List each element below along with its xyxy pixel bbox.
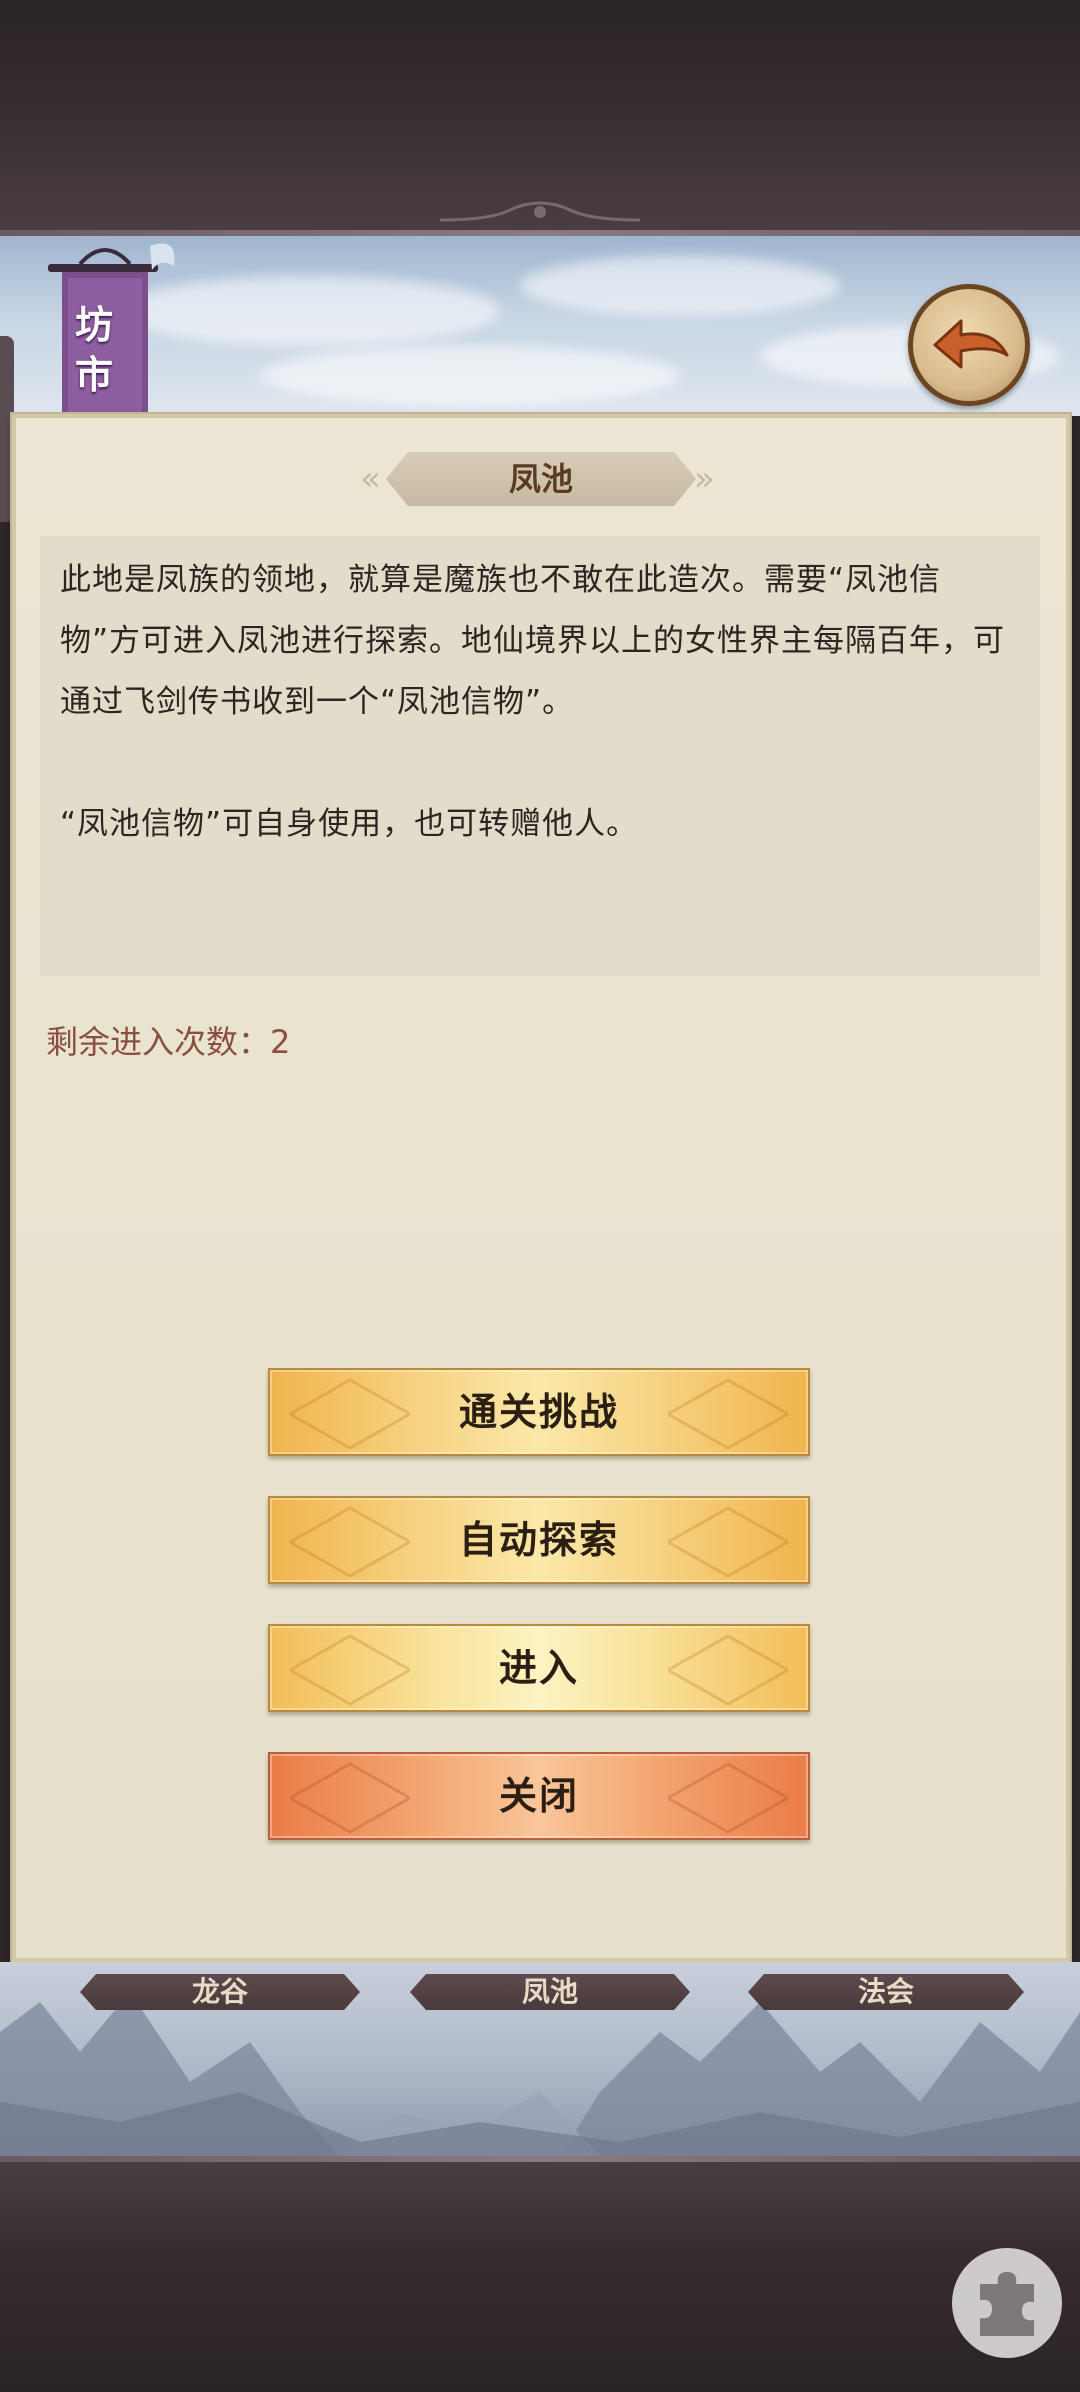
location-tab-dragon-valley[interactable]: 龙谷 xyxy=(80,1974,360,2010)
market-banner-label: 坊市 xyxy=(74,303,113,397)
location-tab-dharma-assembly[interactable]: 法会 xyxy=(748,1974,1024,2010)
button-decoration xyxy=(290,1634,410,1706)
top-ornament xyxy=(440,201,640,222)
auto-explore-button[interactable]: 自动探索 xyxy=(268,1496,810,1584)
button-decoration xyxy=(290,1762,410,1834)
challenge-button[interactable]: 通关挑战 xyxy=(268,1368,810,1456)
button-decoration xyxy=(668,1378,788,1450)
description-paragraph: 此地是凤族的领地，就算是魔族也不敢在此造次。需要“凤池信物”方可进入凤池进行探索… xyxy=(60,562,1006,720)
title-right-chevron-icon: » xyxy=(694,459,715,499)
button-decoration xyxy=(668,1634,788,1706)
button-decoration xyxy=(668,1762,788,1834)
button-decoration xyxy=(668,1506,788,1578)
challenge-button-label: 通关挑战 xyxy=(458,1390,619,1434)
bottom-letterbox xyxy=(0,2156,1080,2392)
description-box: 此地是凤族的领地，就算是魔族也不敢在此造次。需要“凤池信物”方可进入凤池进行探索… xyxy=(40,536,1040,976)
button-decoration xyxy=(290,1506,410,1578)
auto-explore-button-label: 自动探索 xyxy=(458,1518,619,1562)
remaining-entries-label: 剩余进入次数：2 xyxy=(46,1023,291,1061)
enter-button[interactable]: 进入 xyxy=(268,1624,810,1712)
puzzle-icon xyxy=(980,2272,1034,2336)
back-arrow-icon xyxy=(933,319,1009,369)
back-button[interactable] xyxy=(908,284,1030,406)
description-paragraph: “凤池信物”可自身使用，也可转赠他人。 xyxy=(60,806,639,842)
close-button-label: 关闭 xyxy=(498,1774,579,1818)
close-button[interactable]: 关闭 xyxy=(268,1752,810,1840)
floating-puzzle-button[interactable] xyxy=(952,2248,1062,2358)
location-tab-phoenix-pool[interactable]: 凤池 xyxy=(410,1974,690,2010)
button-decoration xyxy=(290,1378,410,1450)
enter-button-label: 进入 xyxy=(498,1646,579,1690)
dialog-title: 凤池 xyxy=(508,460,573,498)
